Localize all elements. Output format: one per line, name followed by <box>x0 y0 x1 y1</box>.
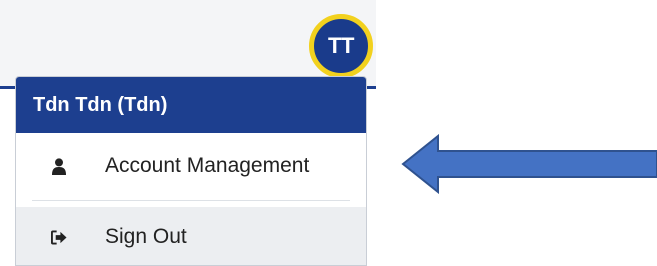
sign-out-icon <box>51 228 67 246</box>
menu-divider <box>32 200 350 201</box>
user-avatar-button[interactable]: TT <box>309 14 373 78</box>
sign-out-label: Sign Out <box>105 225 187 248</box>
avatar-initials: TT <box>328 33 354 58</box>
arrow-shape <box>401 134 657 194</box>
account-management-menu-item[interactable]: Account Management <box>16 133 366 199</box>
pointer-arrow <box>401 134 657 194</box>
user-icon <box>51 157 67 175</box>
sign-out-menu-item[interactable]: Sign Out <box>16 207 366 265</box>
account-management-label: Account Management <box>105 154 310 177</box>
user-dropdown-menu: Tdn Tdn (Tdn) Account Management Sign Ou… <box>15 76 367 266</box>
dropdown-user-name: Tdn Tdn (Tdn) <box>16 77 366 133</box>
